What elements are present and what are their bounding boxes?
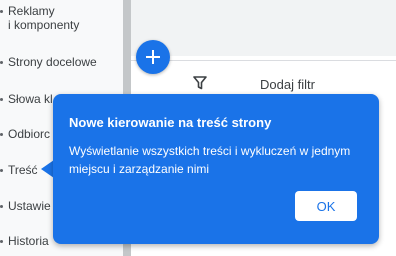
callout-title: Nowe kierowanie na treść strony <box>69 115 272 130</box>
bullet-icon <box>0 61 3 64</box>
sidebar-item-label: Strony docelowe <box>8 55 97 69</box>
add-icon <box>146 50 160 64</box>
sidebar-item-label: Reklamy i komponenty <box>8 4 80 32</box>
divider <box>131 60 396 61</box>
callout-body: Wyświetlanie wszystkich treści i wyklucz… <box>69 144 351 176</box>
sidebar-item-label: Ustawie <box>8 199 51 213</box>
bullet-icon <box>0 133 3 136</box>
ok-button[interactable]: OK <box>295 191 357 221</box>
bullet-icon <box>0 98 3 101</box>
sidebar-item-label: Słowa kl <box>8 92 53 106</box>
main-header-area <box>131 0 396 56</box>
bullet-icon <box>0 10 3 13</box>
bullet-icon <box>0 240 3 243</box>
add-button[interactable] <box>136 40 170 74</box>
bullet-icon <box>0 205 3 208</box>
filter-icon[interactable] <box>193 76 207 90</box>
sidebar-item-label: Treść <box>8 163 38 177</box>
sidebar-item-label: Historia <box>8 234 49 248</box>
sidebar-item-landing-pages[interactable]: Strony docelowe <box>0 55 123 69</box>
bullet-icon <box>0 169 3 172</box>
add-filter-link[interactable]: Dodaj filtr <box>260 77 315 92</box>
feature-callout: Nowe kierowanie na treść strony Wyświetl… <box>53 94 379 244</box>
sidebar-item-ads-and-assets[interactable]: Reklamy i komponenty <box>0 4 123 34</box>
sidebar-item-label: Odbiorc <box>8 127 51 141</box>
